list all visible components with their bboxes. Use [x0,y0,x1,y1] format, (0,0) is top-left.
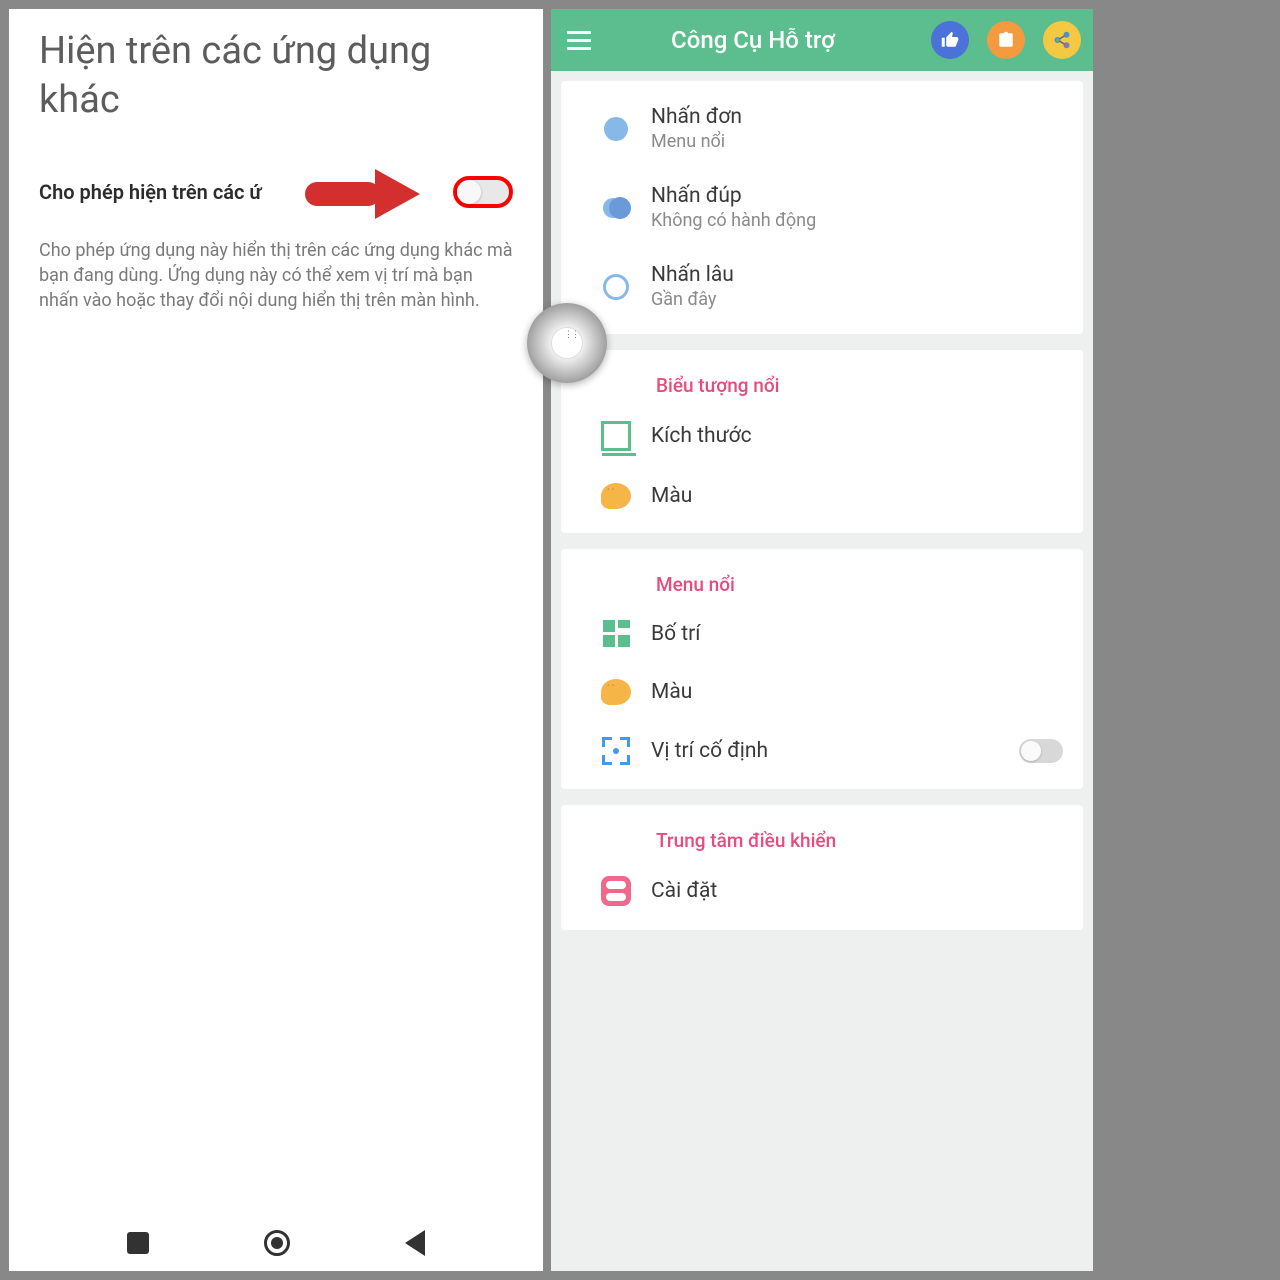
assistive-tool-screen: Công Cụ Hỗ trợ Nhấn đơn Menu nổi [551,9,1093,1271]
header-title: Công Cụ Hỗ trợ [587,26,919,54]
double-tap-item[interactable]: Nhấn đúp Không có hành động [561,168,1083,247]
grid-icon [603,620,630,647]
fixed-position-toggle[interactable] [1019,739,1063,763]
android-nav-bar [9,1230,543,1256]
fixed-position-item[interactable]: Vị trí cố định [561,721,1083,781]
layout-item[interactable]: Bố trí [561,604,1083,663]
floating-icon-section-header: Biểu tượng nổi [561,358,1083,405]
overlay-permission-toggle[interactable] [453,176,513,208]
control-center-section-header: Trung tâm điều khiển [561,813,1083,860]
app-header: Công Cụ Hỗ trợ [551,9,1093,71]
assistive-touch-floating-button[interactable] [527,303,607,383]
thumbs-up-icon[interactable] [931,21,969,59]
double-tap-icon [603,195,629,221]
back-button[interactable] [405,1230,425,1256]
floating-menu-section-header: Menu nổi [561,557,1083,604]
resize-icon [601,421,631,451]
arrow-annotation-icon [305,164,425,228]
settings-permission-screen: Hiện trên các ứng dụng khác Cho phép hiệ… [9,9,543,1271]
home-button[interactable] [264,1230,290,1256]
long-press-item[interactable]: Nhấn lâu Gần đây [561,247,1083,326]
share-icon[interactable] [1043,21,1081,59]
notes-icon[interactable] [987,21,1025,59]
palette-icon [601,679,631,705]
permission-description: Cho phép ứng dụng này hiển thị trên các … [39,238,513,314]
menu-color-item[interactable]: Màu [561,663,1083,721]
overlay-permission-label: Cho phép hiện trên các ứ [39,180,262,204]
recent-apps-button[interactable] [127,1232,149,1254]
single-tap-icon [604,117,628,141]
single-tap-item[interactable]: Nhấn đơn Menu nổi [561,89,1083,168]
palette-icon [601,483,631,509]
long-press-icon [603,274,629,300]
settings-item[interactable]: Cài đặt [561,860,1083,922]
page-title: Hiện trên các ứng dụng khác [39,27,513,126]
color-item[interactable]: Màu [561,467,1083,525]
focus-icon [602,737,630,765]
size-item[interactable]: Kích thước [561,405,1083,467]
settings-toggle-icon [601,876,631,906]
